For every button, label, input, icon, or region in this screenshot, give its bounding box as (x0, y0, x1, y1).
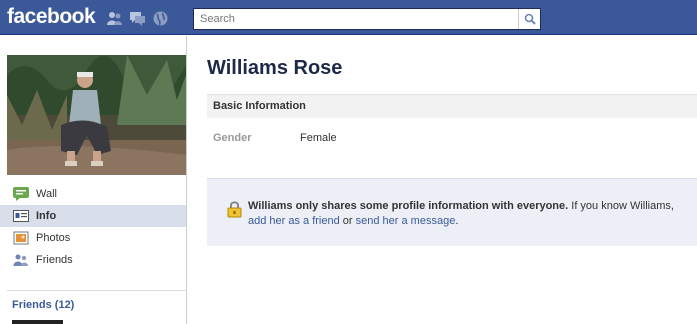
notice-bold-text: Williams only shares some profile inform… (248, 200, 569, 212)
facebook-logo[interactable]: facebook (7, 5, 96, 29)
notice-text: If you know Williams, (568, 200, 674, 212)
wall-icon (13, 187, 29, 201)
messages-icon[interactable] (129, 10, 146, 27)
divider (7, 290, 186, 291)
sidebar-item-label: Friends (36, 254, 73, 266)
notifications-globe-icon[interactable] (152, 10, 169, 27)
gender-value: Female (300, 132, 337, 144)
jewel-bar (106, 10, 169, 27)
friend-thumbnail[interactable] (12, 320, 63, 324)
search-button[interactable] (518, 9, 540, 29)
privacy-notice-text: Williams only shares some profile inform… (248, 199, 693, 229)
profile-name: Williams Rose (207, 57, 343, 79)
notice-end-text: . (455, 215, 459, 227)
profile-picture[interactable] (7, 55, 186, 175)
search-icon (524, 13, 536, 25)
gender-label: Gender (213, 132, 252, 144)
sidebar-item-label: Wall (36, 188, 57, 200)
notice-or-text: or (339, 215, 356, 227)
top-bar: facebook (0, 0, 697, 35)
sidebar-item-photos[interactable]: Photos (0, 227, 186, 249)
privacy-notice: Williams only shares some profile inform… (207, 178, 697, 246)
main-content: Williams Rose Basic Information Gender F… (188, 36, 697, 324)
lock-icon (227, 201, 242, 218)
sidebar-item-friends[interactable]: Friends (0, 249, 186, 271)
left-column: Wall Info Photos Friends Friends (12) (0, 36, 187, 324)
send-message-link[interactable]: send her a message (356, 215, 456, 227)
sidebar-item-label: Info (36, 210, 57, 222)
friends-icon (13, 254, 28, 266)
profile-photo-image (7, 55, 186, 175)
search-input[interactable] (194, 9, 518, 29)
profile-nav: Wall Info Photos Friends (0, 183, 186, 271)
friend-requests-icon[interactable] (106, 10, 123, 27)
section-header-basic-information: Basic Information (207, 94, 697, 118)
add-friend-link[interactable]: add her as a friend (248, 215, 340, 227)
sidebar-item-info[interactable]: Info (0, 205, 186, 227)
info-icon (13, 210, 29, 222)
search-box (193, 8, 541, 30)
sidebar-item-label: Photos (36, 232, 71, 244)
friends-header[interactable]: Friends (12) (12, 299, 74, 311)
sidebar-item-wall[interactable]: Wall (0, 183, 186, 205)
photos-icon (13, 231, 29, 245)
